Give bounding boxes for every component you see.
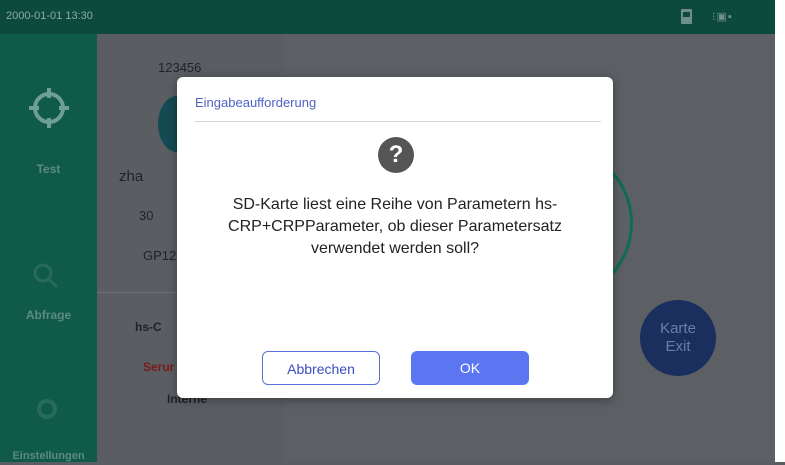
- dialog-message: SD-Karte liest eine Reihe von Parametern…: [228, 196, 562, 257]
- item-value: hs-C: [135, 320, 162, 334]
- sidebar-item-einstellungen[interactable]: Einstellungen: [0, 374, 97, 465]
- sample-value: Serur: [143, 360, 175, 374]
- device-status-text: ⁝▣▪: [712, 11, 733, 23]
- age-value: 30: [139, 208, 154, 223]
- sidebar: Test Abfrage Einstellungen: [0, 34, 97, 465]
- status-time: 2000-01-01 13:30: [6, 10, 93, 22]
- name-value: zha: [119, 168, 144, 185]
- question-icon: ?: [378, 137, 414, 173]
- screen-edge: [775, 0, 785, 465]
- ok-button[interactable]: OK: [411, 351, 529, 385]
- card-exit-button[interactable]: Karte Exit: [640, 300, 716, 376]
- id-value: 123456: [158, 60, 202, 75]
- prompt-dialog: Eingabeaufforderung ? SD-Karte liest ein…: [177, 77, 613, 398]
- cancel-button[interactable]: Abbrechen: [262, 351, 380, 385]
- exit-label-line2: Exit: [665, 338, 691, 355]
- sidebar-item-test[interactable]: Test: [0, 34, 97, 176]
- sidebar-item-abfrage[interactable]: Abfrage: [0, 254, 97, 344]
- sidebar-item-label: Test: [36, 162, 61, 176]
- sidebar-item-label: Abfrage: [25, 308, 72, 322]
- sd-card-icon: [681, 9, 692, 24]
- crosshair-icon: [29, 88, 69, 128]
- dialog-divider: [195, 121, 601, 122]
- status-bar: 2000-01-01 13:30 ⁝▣▪: [0, 0, 775, 34]
- code-value: GP12: [143, 248, 177, 263]
- dialog-title: Eingabeaufforderung: [195, 95, 317, 110]
- exit-label-line1: Karte: [660, 320, 696, 337]
- sidebar-item-label: Einstellungen: [12, 450, 85, 462]
- settings-icon: [37, 399, 57, 419]
- search-icon: [33, 263, 59, 289]
